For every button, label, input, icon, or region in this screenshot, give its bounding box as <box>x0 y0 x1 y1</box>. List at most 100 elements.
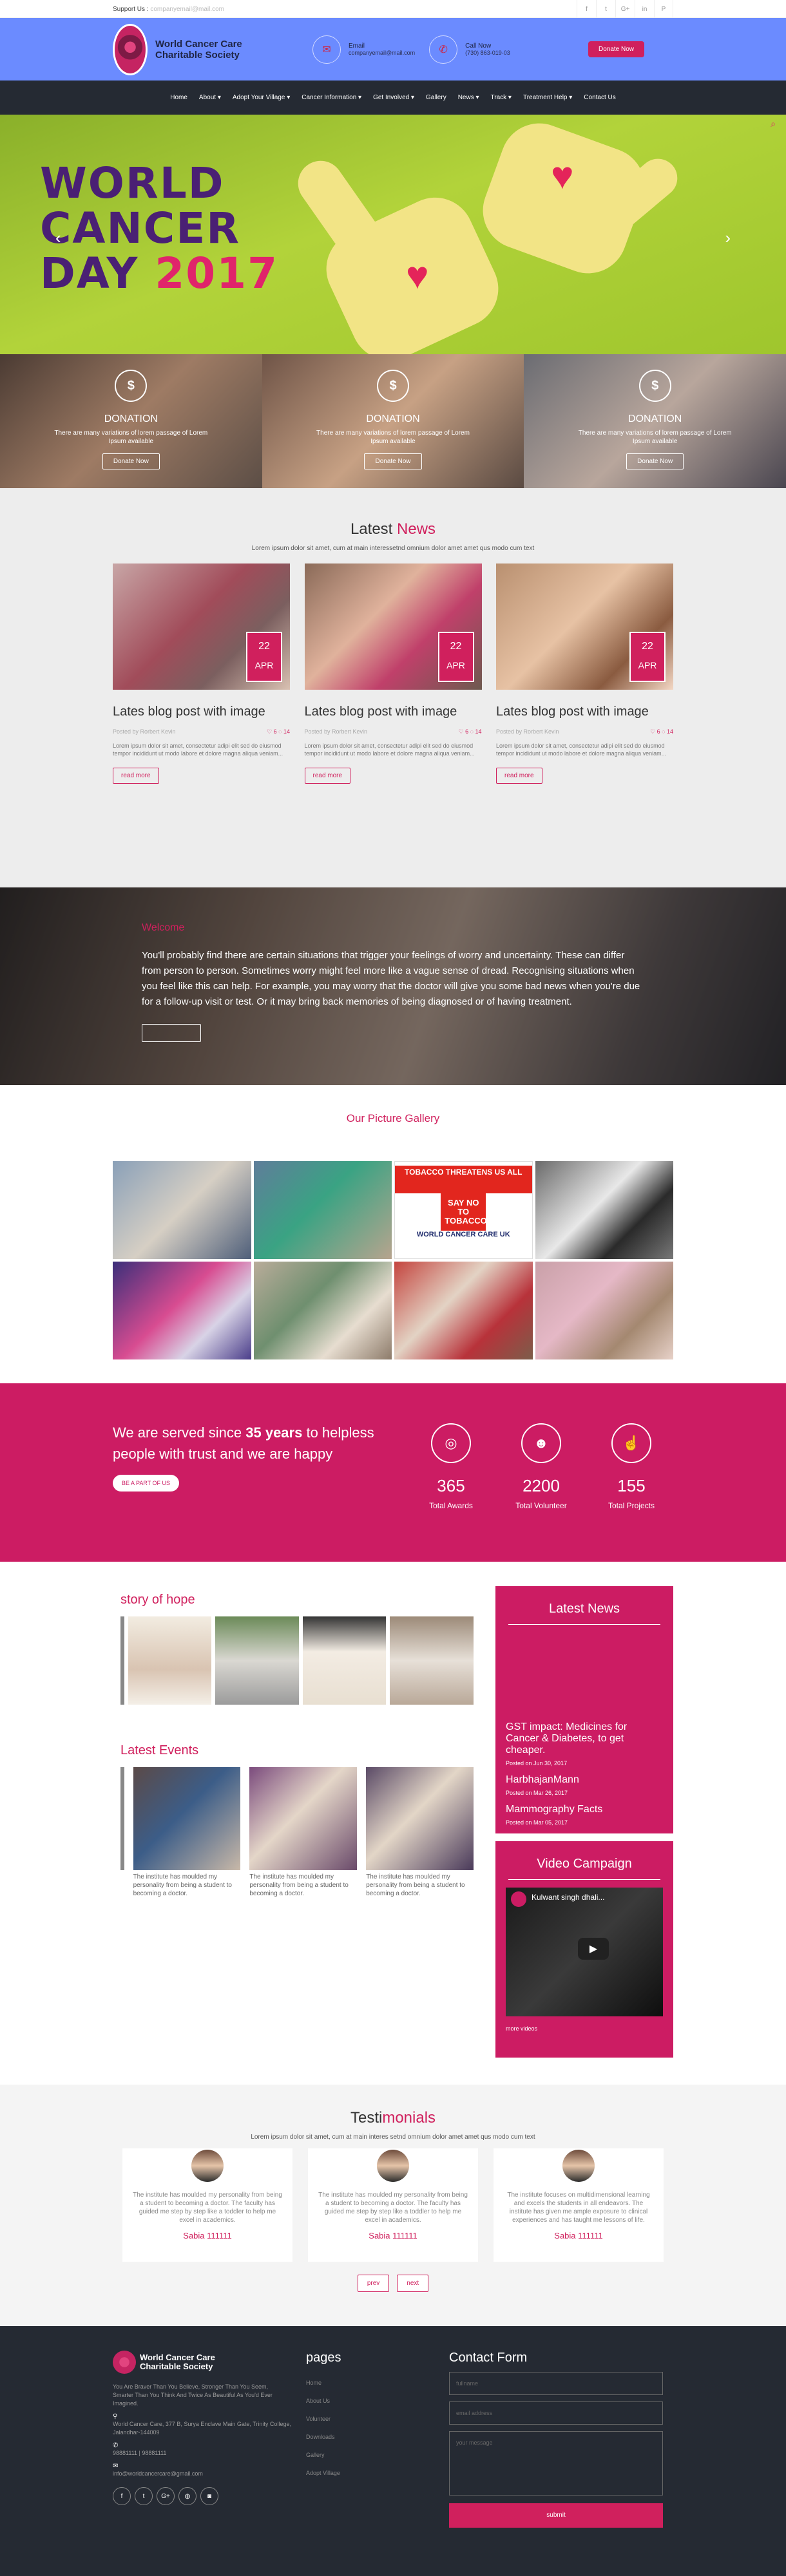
twitter-icon[interactable]: t <box>596 0 615 18</box>
footer-link[interactable]: Adopt Village <box>306 2470 449 2476</box>
news-image[interactable]: 22 APR <box>304 564 482 690</box>
nav-gallery[interactable]: Gallery <box>420 94 452 101</box>
avatar <box>377 2150 409 2182</box>
be-part-button[interactable]: BE A PART OF US <box>113 1475 180 1492</box>
submit-button[interactable]: submit <box>449 2503 663 2528</box>
gallery-image[interactable] <box>535 1161 673 1259</box>
event-item[interactable]: The institute has moulded my personality… <box>249 1767 358 1898</box>
date-badge: 22 APR <box>629 632 666 682</box>
nav-track[interactable]: Track ▾ <box>485 94 517 101</box>
footer-link[interactable]: Downloads <box>306 2434 449 2440</box>
support-text: Support Us : companyemail@mail.com <box>113 6 224 13</box>
testimonial-name: Sabia 111111 <box>183 2231 232 2240</box>
news-author: Posted by Rorbert Kevin <box>113 728 176 735</box>
pinterest-icon[interactable]: P <box>654 0 673 18</box>
slider-prev-icon[interactable]: ‹ <box>55 228 61 248</box>
dribbble-icon[interactable]: ◍ <box>178 2487 196 2505</box>
top-bar: Support Us : companyemail@mail.com f t G… <box>0 0 786 18</box>
date-badge: 22 APR <box>437 632 474 682</box>
footer-link[interactable]: About Us <box>306 2398 449 2404</box>
linkedin-icon[interactable]: in <box>635 0 654 18</box>
search-icon[interactable]: ⌕ <box>771 118 776 129</box>
nav-get-involved[interactable]: Get Involved ▾ <box>367 94 420 101</box>
next-button[interactable]: next <box>397 2275 429 2292</box>
section-title: Latest News <box>350 520 436 538</box>
google-plus-icon[interactable]: G+ <box>615 0 635 18</box>
slider-next-icon[interactable]: › <box>725 228 731 248</box>
carousel-edge <box>120 1767 124 1870</box>
email-label: Email <box>349 43 365 50</box>
support-email-link[interactable]: companyemail@mail.com <box>150 6 224 13</box>
event-item[interactable]: The institute has moulded my personality… <box>366 1767 474 1898</box>
stat-awards: ◎ 365 Total Awards <box>409 1422 493 1510</box>
event-image[interactable] <box>249 1767 358 1870</box>
footer-logo[interactable]: World Cancer Care Charitable Society <box>113 2351 306 2374</box>
read-more-button[interactable]: read more <box>113 768 159 784</box>
gallery-image[interactable] <box>253 1161 392 1259</box>
donate-now-button[interactable]: Donate Now <box>588 41 644 57</box>
fullname-field[interactable]: fullname <box>449 2372 663 2395</box>
donation-button[interactable]: Donate Now <box>626 453 684 469</box>
nav-about[interactable]: About ▾ <box>193 94 227 101</box>
news-title[interactable]: Lates blog post with image <box>496 704 673 719</box>
news-image[interactable]: 22 APR <box>496 564 673 690</box>
testimonials-subtitle: Lorem ipsum dolor sit amet, cum at main … <box>251 2134 535 2141</box>
message-field[interactable]: your message <box>449 2431 663 2496</box>
sidebar-news-item[interactable]: HarbhajanMann Posted on Mar 26, 2017 <box>506 1774 663 1796</box>
testimonial-card: The institute has moulded my personality… <box>308 2148 478 2262</box>
news-title[interactable]: Lates blog post with image <box>113 704 290 719</box>
nav-home[interactable]: Home <box>164 94 193 101</box>
nav-contact[interactable]: Contact Us <box>578 94 621 101</box>
sidebar-news-item[interactable]: GST impact: Medicines for Cancer & Diabe… <box>506 1721 663 1766</box>
sidebar-news-item[interactable]: Mammography Facts Posted on Mar 05, 2017 <box>506 1804 663 1826</box>
play-icon[interactable]: ▶ <box>578 1938 609 1960</box>
call-value[interactable]: (730) 863-019-03 <box>465 50 510 56</box>
event-item[interactable]: The institute has moulded my personality… <box>133 1767 241 1898</box>
facebook-icon[interactable]: f <box>577 0 596 18</box>
gallery-image-poster[interactable]: TOBACCO THREATENS US ALL SAY NO TO TOBAC… <box>394 1161 533 1259</box>
facebook-icon[interactable]: f <box>113 2487 131 2505</box>
google-plus-icon[interactable]: G+ <box>157 2487 175 2505</box>
footer-link[interactable]: Home <box>306 2380 449 2386</box>
prev-button[interactable]: prev <box>357 2275 390 2292</box>
story-image[interactable] <box>215 1616 299 1705</box>
news-image[interactable]: 22 APR <box>113 564 290 690</box>
news-title[interactable]: Lates blog post with image <box>305 704 482 719</box>
nav-treatment-help[interactable]: Treatment Help ▾ <box>517 94 578 101</box>
story-image[interactable] <box>302 1616 387 1705</box>
twitter-icon[interactable]: t <box>135 2487 153 2505</box>
donation-button[interactable]: Donate Now <box>102 453 160 469</box>
story-image[interactable] <box>390 1616 474 1705</box>
donation-button[interactable]: Donate Now <box>364 453 422 469</box>
gallery-image[interactable] <box>535 1262 673 1359</box>
donation-strip: $ DONATION There are many variations of … <box>0 354 786 488</box>
date-badge: 22 APR <box>246 632 282 682</box>
instagram-icon[interactable]: ◙ <box>200 2487 218 2505</box>
donation-text: There are many variations of lorem passa… <box>578 430 732 445</box>
read-more-button[interactable]: read more <box>304 768 351 784</box>
email-value[interactable]: companyemail@mail.com <box>349 50 415 56</box>
more-videos-link[interactable]: more videos <box>506 2025 663 2032</box>
nav-adopt-village[interactable]: Adopt Your Village ▾ <box>227 94 296 101</box>
event-image[interactable] <box>133 1767 241 1870</box>
footer-email[interactable]: info@worldcancercare@gmail.com <box>113 2470 306 2478</box>
testimonials-title: Testimonials <box>350 2109 436 2126</box>
email-field[interactable]: email address <box>449 2401 663 2425</box>
gallery-image[interactable] <box>113 1262 251 1359</box>
story-image[interactable] <box>128 1616 212 1705</box>
nav-cancer-information[interactable]: Cancer Information ▾ <box>296 94 367 101</box>
welcome-button[interactable] <box>142 1024 201 1042</box>
event-image[interactable] <box>366 1767 474 1870</box>
gallery-image[interactable] <box>113 1161 251 1259</box>
footer-link[interactable]: Gallery <box>306 2452 449 2458</box>
read-more-button[interactable]: read more <box>496 768 542 784</box>
poster-heading: TOBACCO THREATENS US ALL <box>395 1166 532 1194</box>
donation-title: DONATION <box>628 413 682 424</box>
video-player[interactable]: Kulwant singh dhali... ▶ <box>506 1888 663 2016</box>
site-logo[interactable]: World Cancer Care Charitable Society <box>113 23 312 75</box>
testimonial-card: The institute focuses on multidimensiona… <box>494 2148 664 2262</box>
footer-link[interactable]: Volunteer <box>306 2416 449 2422</box>
gallery-image[interactable] <box>253 1262 392 1359</box>
nav-news[interactable]: News ▾ <box>452 94 485 101</box>
gallery-image[interactable] <box>394 1262 533 1359</box>
